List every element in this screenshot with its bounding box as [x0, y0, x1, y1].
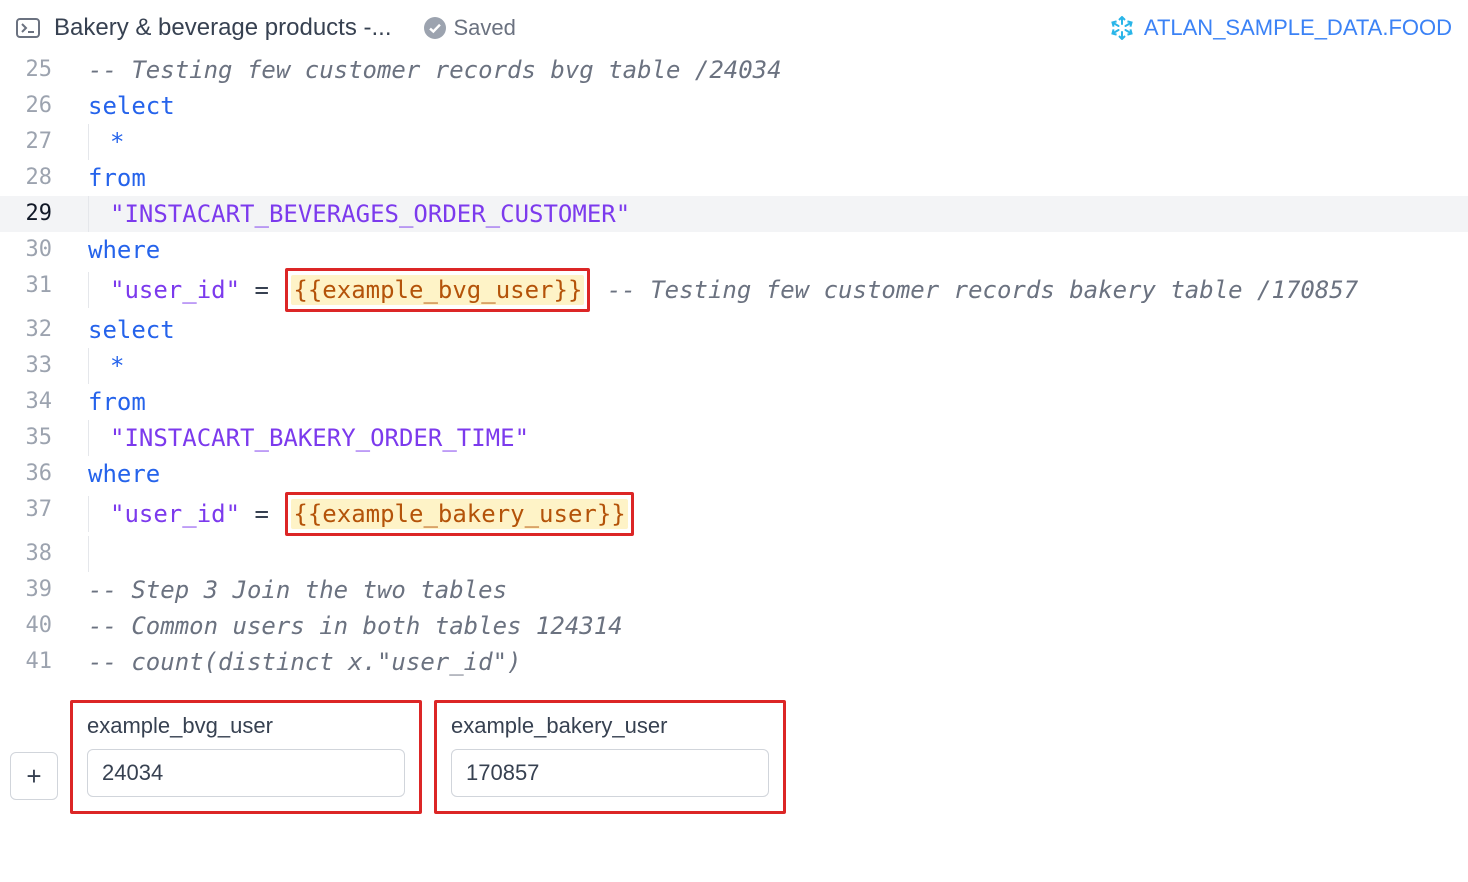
keyword: select — [88, 88, 175, 124]
comment-text: -- Common users in both tables 124314 — [88, 608, 623, 644]
parameter-card: example_bvg_user — [70, 700, 422, 814]
header-bar: Bakery & beverage products -... Saved — [0, 0, 1468, 52]
parameter-value-input[interactable] — [87, 749, 405, 797]
identifier: "INSTACART_BAKERY_ORDER_TIME" — [110, 420, 529, 456]
line-number: 33 — [0, 348, 70, 384]
line-number: 25 — [0, 52, 70, 88]
line-number: 35 — [0, 420, 70, 456]
code-line[interactable]: 25 -- Testing few customer records bvg t… — [0, 52, 1468, 88]
snowflake-icon — [1110, 16, 1134, 40]
code-line[interactable]: 28 from — [0, 160, 1468, 196]
code-line[interactable]: 35 "INSTACART_BAKERY_ORDER_TIME" — [0, 420, 1468, 456]
line-number: 38 — [0, 536, 70, 572]
line-number: 28 — [0, 160, 70, 196]
saved-status: Saved — [424, 15, 516, 41]
code-line[interactable]: 33 * — [0, 348, 1468, 384]
keyword: where — [88, 232, 160, 268]
keyword: select — [88, 312, 175, 348]
code-line[interactable]: 32 select — [0, 312, 1468, 348]
variable-highlight: {{example_bakery_user}} — [285, 492, 633, 536]
code-line[interactable]: 39 -- Step 3 Join the two tables — [0, 572, 1468, 608]
comment-text: -- Testing few customer records bvg tabl… — [88, 52, 782, 88]
query-icon — [16, 18, 40, 38]
operator: = — [240, 272, 283, 308]
line-number: 34 — [0, 384, 70, 420]
line-number: 32 — [0, 312, 70, 348]
line-number: 26 — [0, 88, 70, 124]
code-line-current[interactable]: 29 "INSTACART_BEVERAGES_ORDER_CUSTOMER" — [0, 196, 1468, 232]
column-name: "user_id" — [110, 272, 240, 308]
operator: = — [240, 496, 283, 532]
comment-text: -- count(distinct x."user_id") — [88, 644, 521, 680]
line-number: 41 — [0, 644, 70, 680]
comment-text: -- Step 3 Join the two tables — [88, 572, 507, 608]
comment-text: -- Testing few customer records bakery t… — [592, 272, 1358, 308]
parameters-panel: + example_bvg_user example_bakery_user — [0, 692, 1468, 852]
token-star: * — [110, 348, 124, 384]
keyword: from — [88, 160, 146, 196]
line-number: 27 — [0, 124, 70, 160]
sql-editor[interactable]: 25 -- Testing few customer records bvg t… — [0, 52, 1468, 692]
code-line[interactable]: 38 — [0, 536, 1468, 572]
line-number: 29 — [0, 196, 70, 232]
code-line[interactable]: 40 -- Common users in both tables 124314 — [0, 608, 1468, 644]
check-circle-icon — [424, 17, 446, 39]
code-line[interactable]: 36 where — [0, 456, 1468, 492]
line-number: 30 — [0, 232, 70, 268]
template-variable[interactable]: {{example_bvg_user}} — [291, 275, 584, 305]
code-line[interactable]: 37 "user_id" = {{example_bakery_user}} — [0, 492, 1468, 536]
add-parameter-button[interactable]: + — [10, 752, 58, 800]
code-line[interactable]: 26 select — [0, 88, 1468, 124]
variable-highlight: {{example_bvg_user}} — [285, 268, 590, 312]
keyword: where — [88, 456, 160, 492]
parameter-card: example_bakery_user — [434, 700, 786, 814]
query-title[interactable]: Bakery & beverage products -... — [54, 14, 392, 42]
parameter-name: example_bakery_user — [451, 713, 769, 739]
code-line[interactable]: 27 * — [0, 124, 1468, 160]
identifier: "INSTACART_BEVERAGES_ORDER_CUSTOMER" — [110, 196, 630, 232]
line-number: 36 — [0, 456, 70, 492]
line-number: 39 — [0, 572, 70, 608]
saved-label: Saved — [454, 15, 516, 41]
connection-label: ATLAN_SAMPLE_DATA.FOOD — [1144, 15, 1452, 41]
line-number: 40 — [0, 608, 70, 644]
template-variable[interactable]: {{example_bakery_user}} — [291, 499, 627, 529]
parameter-value-input[interactable] — [451, 749, 769, 797]
column-name: "user_id" — [110, 496, 240, 532]
line-number: 31 — [0, 268, 70, 304]
code-line[interactable]: 41 -- count(distinct x."user_id") — [0, 644, 1468, 680]
keyword: from — [88, 384, 146, 420]
parameter-name: example_bvg_user — [87, 713, 405, 739]
line-number: 37 — [0, 492, 70, 528]
code-line[interactable]: 34 from — [0, 384, 1468, 420]
code-line[interactable]: 31 "user_id" = {{example_bvg_user}} -- T… — [0, 268, 1468, 312]
code-line[interactable]: 30 where — [0, 232, 1468, 268]
token-star: * — [110, 124, 124, 160]
connection-breadcrumb[interactable]: ATLAN_SAMPLE_DATA.FOOD — [1110, 15, 1452, 41]
